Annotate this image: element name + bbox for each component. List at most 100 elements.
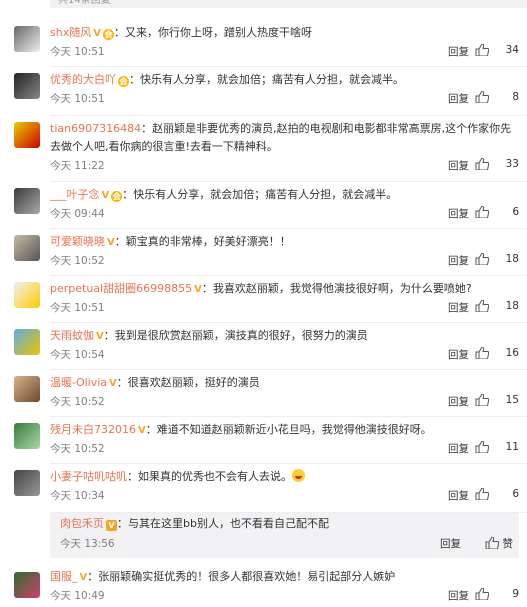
like-button[interactable]: 9 (475, 588, 519, 601)
like-button[interactable]: 8 (475, 91, 519, 104)
avatar[interactable] (14, 572, 40, 598)
comment-username[interactable]: 国服_ (50, 570, 78, 583)
reply-button[interactable]: 回复 (448, 300, 469, 315)
comment-time: 今天 10:54 (50, 349, 105, 361)
comment-text: ：我喜欢赵丽颖，我觉得他演技很好啊，为什么要喷她? (201, 282, 472, 295)
comment-time: 今天 10:51 (50, 302, 105, 314)
reply-button[interactable]: 回复 (448, 158, 469, 173)
comment-username[interactable]: 可爱颖晓晓 (50, 235, 105, 248)
comment-username[interactable]: 天雨蚊伽 (50, 329, 94, 342)
verified-icon: V (101, 190, 110, 201)
like-count: 11 (505, 441, 519, 453)
avatar[interactable] (14, 282, 40, 308)
comment-text: ：快乐有人分享，就会加倍；痛苦有人分担，就会减半。 (122, 188, 398, 201)
reply-button[interactable]: 回复 (448, 488, 469, 503)
avatar[interactable] (14, 188, 40, 214)
comment-username[interactable]: tian6907316484 (50, 122, 141, 135)
like-button[interactable]: 11 (475, 441, 519, 454)
comment-text: ：如果真的优秀也不会有人去说。 (127, 470, 292, 483)
collapsed-replies-link[interactable]: 共14条回复 (50, 0, 527, 8)
comment-username[interactable]: shx随风 (50, 26, 91, 39)
sub-reply-username[interactable]: 肉包禾页 (60, 517, 104, 530)
avatar[interactable] (14, 26, 40, 52)
comment-text: ：张丽颖确实挺优秀的！很多人都很喜欢她！易引起部分人嫉妒 (87, 570, 396, 583)
comment-username[interactable]: 优秀的大白吖 (50, 73, 116, 86)
comment-time: 今天 10:51 (50, 93, 105, 105)
like-count: 33 (505, 158, 519, 170)
verified-icon: V (138, 425, 146, 436)
like-count: 6 (512, 488, 519, 500)
verified-icon: V (93, 28, 101, 39)
reply-button[interactable]: 回复 (448, 91, 469, 106)
laughing-emoji-icon (292, 469, 305, 482)
comment-time: 今天 10:34 (50, 490, 105, 502)
comment-time: 今天 11:22 (50, 160, 105, 172)
comment-text: ：很喜欢赵丽颖，挺好的演员 (116, 376, 260, 389)
thumbs-up-icon (475, 588, 489, 600)
avatar[interactable] (14, 376, 40, 402)
like-count: 6 (512, 206, 519, 218)
sub-reply-box: 肉包禾页 V ：与其在这里bb别人，也不看看自己配不配 今天 13:56 回复 赞 (50, 513, 519, 558)
comment-text: ：我到是很欣赏赵丽颖，演技真的很好，很努力的演员 (103, 329, 368, 342)
like-count: 9 (512, 588, 519, 600)
comment-time: 今天 10:52 (50, 396, 105, 408)
member-badge-icon: 会 (111, 191, 123, 202)
avatar[interactable] (14, 122, 40, 148)
divider (50, 66, 527, 67)
like-button[interactable]: 6 (475, 206, 519, 219)
reply-button[interactable]: 回复 (448, 441, 469, 456)
divider (50, 322, 527, 323)
sub-reply-like-label: 赞 (502, 538, 514, 550)
like-button[interactable]: 18 (475, 253, 519, 266)
sub-reply-like-button[interactable]: 赞 (485, 536, 513, 551)
like-button[interactable]: 18 (475, 300, 519, 313)
thumbs-up-icon (475, 91, 489, 103)
divider (50, 228, 527, 229)
comment-username[interactable]: perpetual甜甜圈66998855 (50, 282, 192, 295)
comment-time: 今天 10:52 (50, 443, 105, 455)
like-count: 15 (505, 394, 519, 406)
comment-text: ：又来，你行你上呀，蹭别人热度干啥呀 (113, 26, 312, 39)
comment-text: ：快乐有人分享，就会加倍；痛苦有人分担，就会减半。 (129, 73, 404, 86)
thumbs-up-icon (475, 441, 489, 453)
avatar[interactable] (14, 329, 40, 355)
member-badge-icon: 会 (102, 29, 114, 40)
divider (50, 416, 527, 417)
comment-username[interactable]: ___叶子念 (50, 188, 100, 201)
like-count: 18 (505, 300, 519, 312)
reply-button[interactable]: 回复 (448, 394, 469, 409)
reply-button[interactable]: 回复 (448, 44, 469, 59)
thumbs-up-icon (475, 394, 489, 406)
like-button[interactable]: 34 (475, 44, 519, 57)
comment-username[interactable]: 小妻子咕叽咕叽 (50, 470, 127, 483)
comment-time: 今天 09:44 (50, 208, 105, 220)
verified-icon: V (96, 331, 104, 342)
like-button[interactable]: 33 (475, 158, 519, 171)
avatar[interactable] (14, 423, 40, 449)
comment-time: 今天 10:52 (50, 255, 105, 267)
like-count: 18 (505, 253, 519, 265)
comment-text: ：颖宝真的非常棒，好美好漂亮！！ (114, 235, 291, 248)
like-button[interactable]: 16 (475, 347, 519, 360)
avatar[interactable] (14, 73, 40, 99)
thumbs-up-icon (475, 158, 489, 170)
avatar[interactable] (14, 470, 40, 496)
reply-button[interactable]: 回复 (448, 206, 469, 221)
comment-username[interactable]: 温暖-Olivia (50, 376, 107, 389)
sub-reply-time: 今天 13:56 (60, 538, 115, 550)
like-count: 16 (505, 347, 519, 359)
reply-button[interactable]: 回复 (448, 588, 469, 603)
divider (50, 369, 527, 370)
like-button[interactable]: 15 (475, 394, 519, 407)
comment-time: 今天 10:49 (50, 590, 105, 602)
divider (50, 181, 527, 182)
reply-button[interactable]: 回复 (448, 253, 469, 268)
comment-text: ：难道不知道赵丽颖新近小花旦吗，我觉得他演技很好呀。 (145, 423, 432, 436)
comment-username[interactable]: 残月未白732016 (50, 423, 136, 436)
comment-time: 今天 10:51 (50, 46, 105, 58)
reply-button[interactable]: 回复 (448, 347, 469, 362)
verified-icon: V (107, 237, 115, 248)
sub-reply-reply-button[interactable]: 回复 (440, 536, 461, 551)
like-button[interactable]: 6 (475, 488, 519, 501)
avatar[interactable] (14, 235, 40, 261)
